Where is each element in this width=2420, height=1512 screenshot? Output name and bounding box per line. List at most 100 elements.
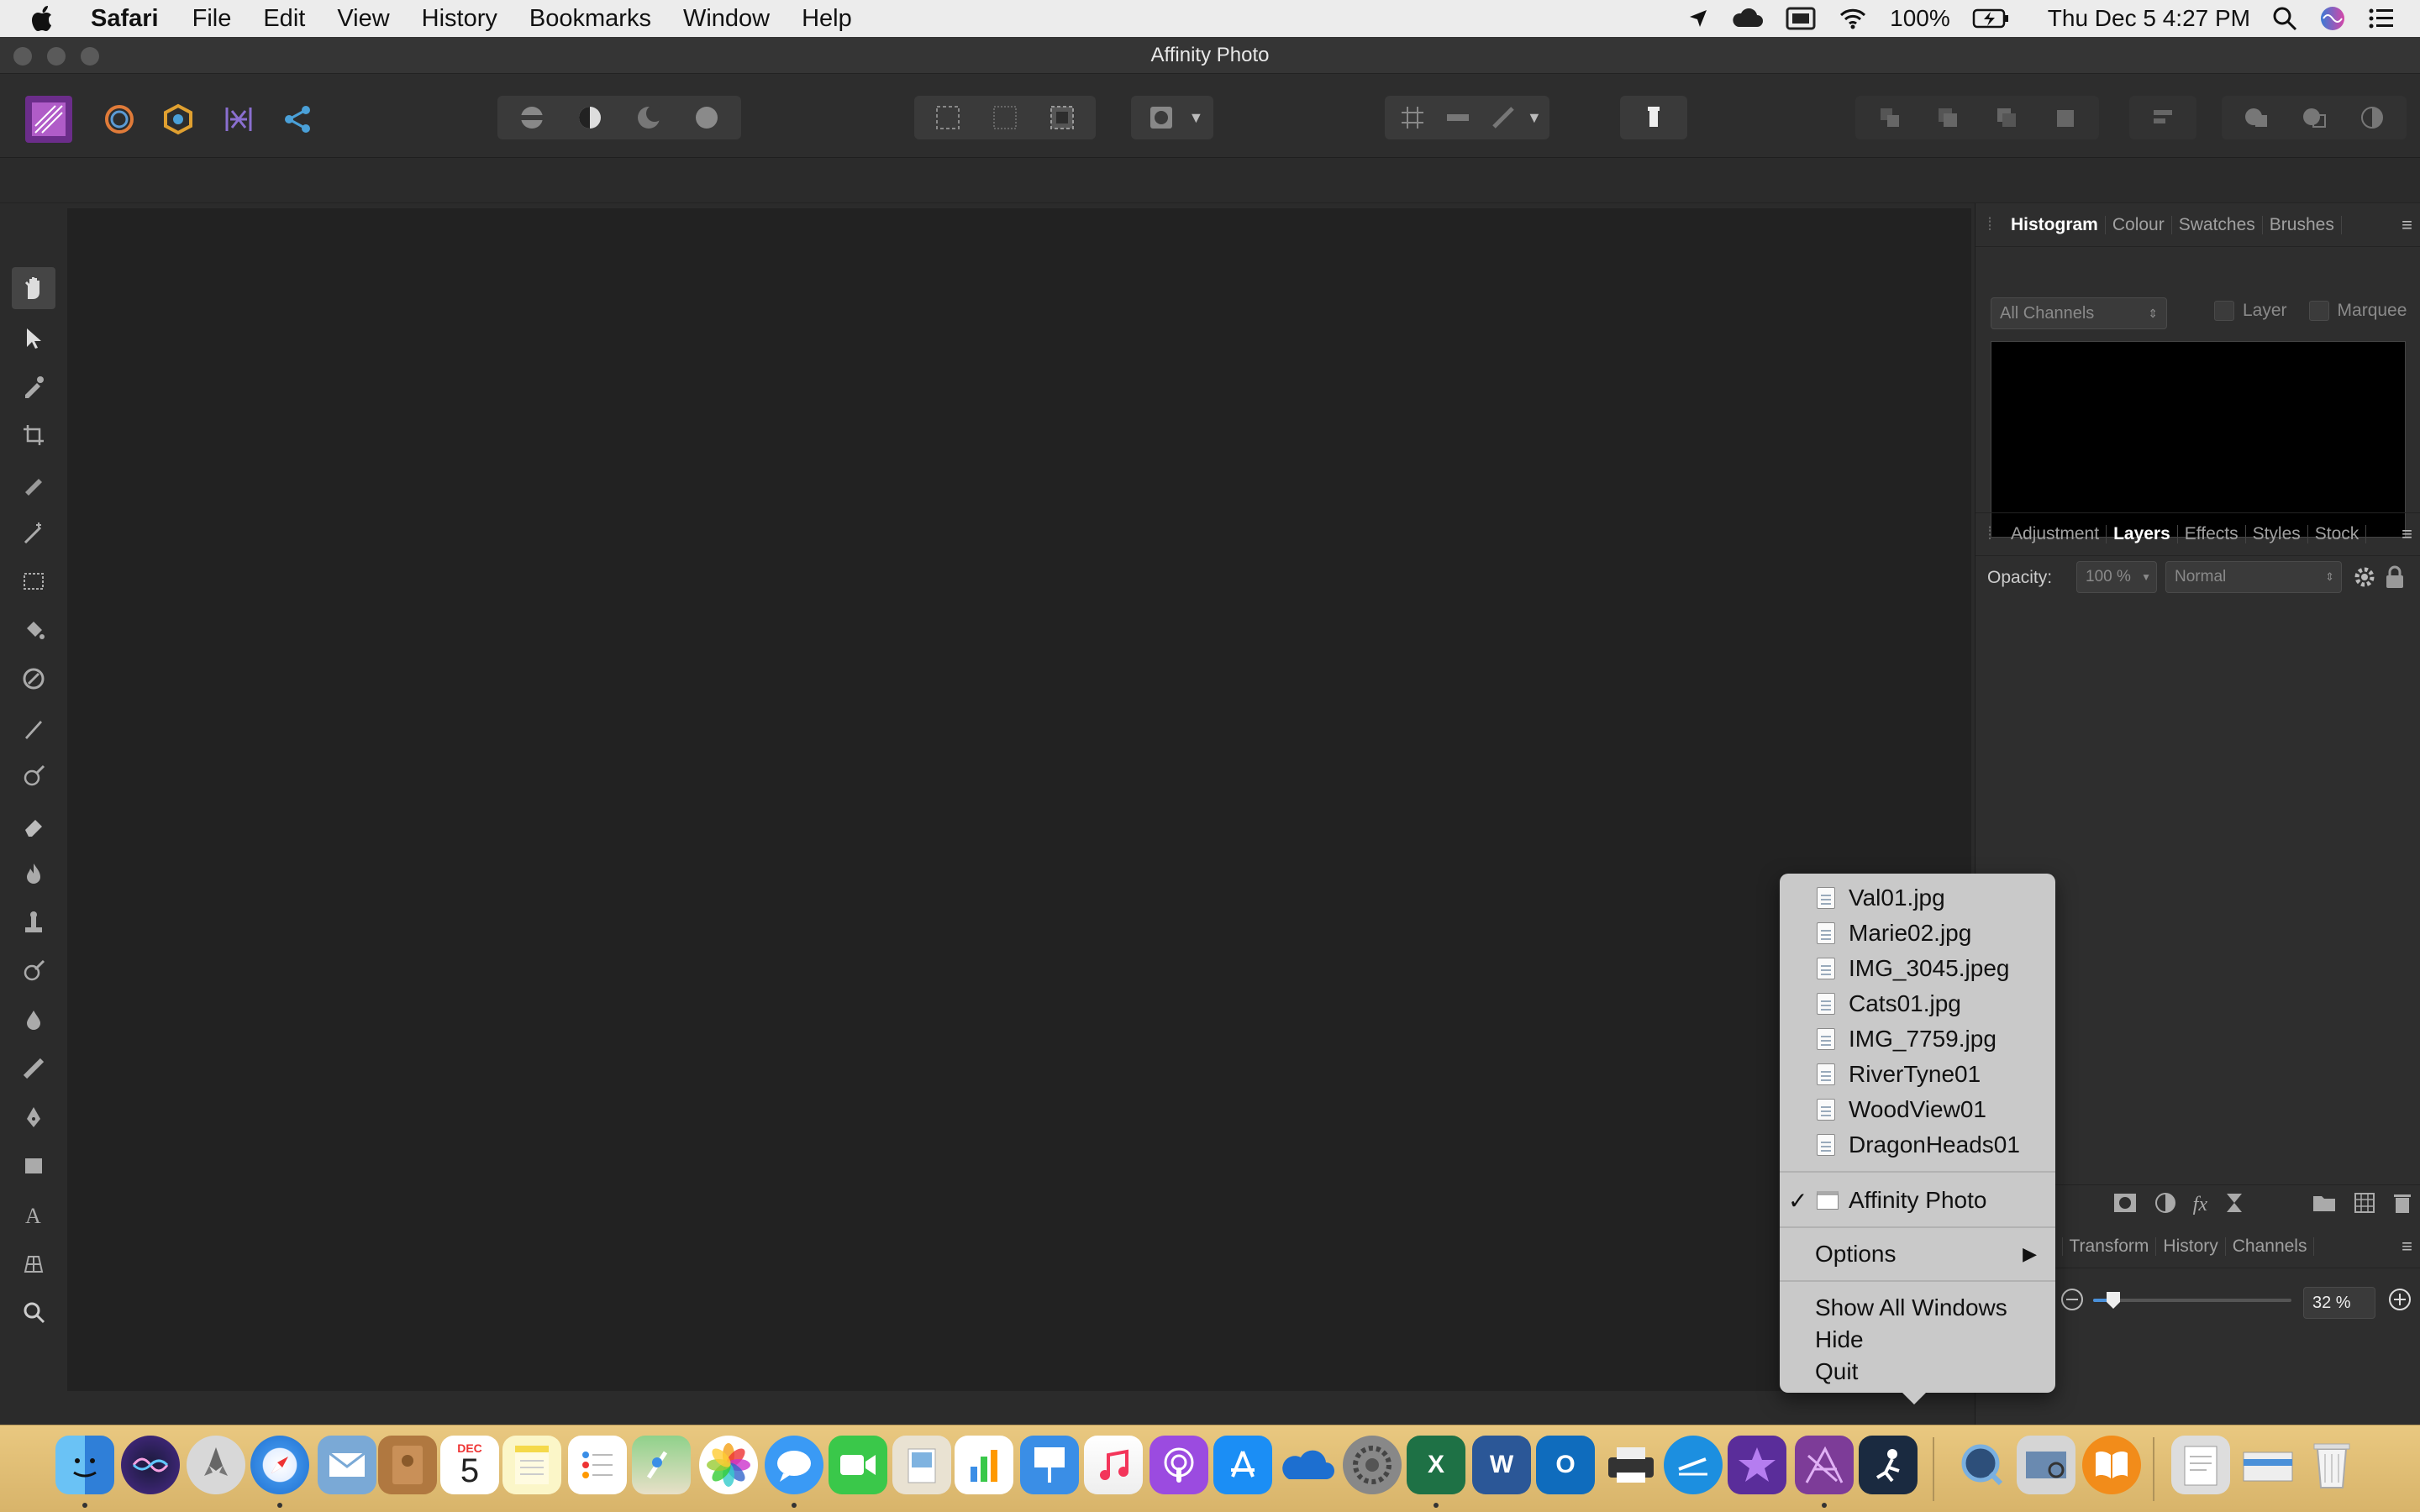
assistant-icon[interactable] bbox=[1632, 97, 1676, 138]
tab-layers[interactable]: Layers bbox=[2107, 525, 2178, 543]
safari-dock-icon[interactable] bbox=[250, 1436, 309, 1494]
keynote-icon[interactable] bbox=[1020, 1436, 1079, 1494]
preview-icon[interactable] bbox=[892, 1436, 951, 1494]
add-pixel-layer-icon[interactable] bbox=[2354, 1192, 2375, 1218]
excel-icon[interactable]: X bbox=[1407, 1436, 1465, 1494]
adjustment-layer-icon[interactable] bbox=[2154, 1192, 2176, 1218]
music-icon[interactable] bbox=[1084, 1436, 1143, 1494]
tab-brushes[interactable]: Brushes bbox=[2263, 215, 2342, 234]
snapping-dropdown-icon[interactable]: ▼ bbox=[1527, 109, 1544, 127]
select-all-icon[interactable] bbox=[926, 97, 970, 138]
launchpad-icon[interactable] bbox=[187, 1436, 245, 1494]
develop-persona-icon[interactable] bbox=[155, 96, 202, 143]
window-item-marie02[interactable]: Marie02.jpg bbox=[1780, 916, 2055, 951]
downloads-stack-icon[interactable] bbox=[2171, 1436, 2230, 1494]
maps-icon[interactable] bbox=[632, 1436, 691, 1494]
books-icon[interactable] bbox=[2082, 1436, 2141, 1494]
window-item-img7759[interactable]: IMG_7759.jpg bbox=[1780, 1021, 2055, 1057]
panel-menu-icon[interactable]: ≡ bbox=[2402, 214, 2412, 236]
photo-persona-icon[interactable] bbox=[25, 96, 72, 143]
utility-app-icon[interactable] bbox=[1664, 1436, 1723, 1494]
text-tool-icon[interactable]: A bbox=[17, 1198, 50, 1231]
window-item-affinity-photo[interactable]: ✓ Affinity Photo bbox=[1780, 1183, 2055, 1218]
contacts-icon[interactable] bbox=[378, 1436, 437, 1494]
view-tool-hand-icon[interactable] bbox=[12, 267, 55, 309]
move-forward-icon[interactable] bbox=[1985, 97, 2028, 138]
quick-mask-icon[interactable] bbox=[1139, 97, 1183, 138]
photos-icon[interactable] bbox=[699, 1436, 758, 1494]
quicktime-icon[interactable] bbox=[1953, 1436, 2012, 1494]
menu-file[interactable]: File bbox=[192, 5, 232, 33]
calendar-icon[interactable]: DEC 5 bbox=[440, 1436, 499, 1494]
live-filter-icon[interactable] bbox=[2224, 1192, 2244, 1218]
group-folder-icon[interactable] bbox=[2312, 1193, 2337, 1217]
document-canvas[interactable] bbox=[67, 208, 1971, 1391]
paint-brush-tool-icon[interactable] bbox=[17, 711, 50, 744]
window-item-woodview01[interactable]: WoodView01 bbox=[1780, 1092, 2055, 1127]
channel-select[interactable]: All Channels ⇕ bbox=[1991, 297, 2167, 329]
tab-transform[interactable]: Transform bbox=[2063, 1236, 2157, 1256]
window-item-img3045[interactable]: IMG_3045.jpeg bbox=[1780, 951, 2055, 986]
system-preferences-icon[interactable] bbox=[1343, 1436, 1402, 1494]
delete-layer-trash-icon[interactable] bbox=[2392, 1191, 2412, 1219]
blemish-removal-tool-icon[interactable] bbox=[17, 954, 50, 988]
rectangle-tool-icon[interactable] bbox=[17, 1149, 50, 1183]
finder-icon[interactable] bbox=[55, 1436, 114, 1494]
auto-white-balance-icon[interactable] bbox=[685, 97, 729, 138]
tab-channels[interactable]: Channels bbox=[2226, 1236, 2315, 1256]
clock[interactable]: Thu Dec 5 4:27 PM bbox=[2048, 5, 2250, 32]
notes-icon[interactable] bbox=[502, 1436, 561, 1494]
flood-fill-tool-icon[interactable] bbox=[17, 613, 50, 647]
app-menu-safari[interactable]: Safari bbox=[91, 5, 159, 33]
selection-brush-tool-icon[interactable] bbox=[17, 467, 50, 501]
window-item-rivertyne01[interactable]: RiverTyne01 bbox=[1780, 1057, 2055, 1092]
window-item-cats01[interactable]: Cats01.jpg bbox=[1780, 986, 2055, 1021]
display-icon[interactable] bbox=[1786, 7, 1816, 30]
zoom-field[interactable]: 32 % bbox=[2303, 1287, 2375, 1319]
apple-menu-icon[interactable] bbox=[32, 5, 66, 32]
panel-grip-icon[interactable]: ⁞ bbox=[1975, 215, 2004, 235]
perspective-tool-icon[interactable] bbox=[17, 1247, 50, 1280]
app-store-icon[interactable] bbox=[1213, 1436, 1272, 1494]
invert-selection-icon[interactable] bbox=[1040, 97, 1084, 138]
kindle-icon[interactable] bbox=[1859, 1436, 1918, 1494]
messages-icon[interactable] bbox=[765, 1436, 823, 1494]
add-geometry-icon[interactable] bbox=[2234, 97, 2278, 138]
tab-stock[interactable]: Stock bbox=[2308, 525, 2367, 543]
burn-brush-tool-icon[interactable] bbox=[17, 857, 50, 890]
menu-edit[interactable]: Edit bbox=[263, 5, 305, 33]
menu-window[interactable]: Window bbox=[683, 5, 770, 33]
word-icon[interactable]: W bbox=[1472, 1436, 1531, 1494]
panel-menu-icon[interactable]: ≡ bbox=[2402, 1236, 2412, 1257]
blur-brush-tool-icon[interactable] bbox=[17, 1003, 50, 1037]
close-window-button[interactable] bbox=[13, 47, 32, 66]
podcasts-icon[interactable] bbox=[1150, 1436, 1208, 1494]
panel-grip-icon[interactable]: ⁞ bbox=[1975, 524, 2004, 544]
minimize-window-button[interactable] bbox=[47, 47, 66, 66]
spotlight-icon[interactable] bbox=[2272, 6, 2297, 31]
icloud-icon[interactable] bbox=[1730, 8, 1764, 29]
zoom-slider-thumb[interactable] bbox=[2107, 1292, 2120, 1309]
outlook-icon[interactable]: O bbox=[1536, 1436, 1595, 1494]
mail-icon[interactable] bbox=[318, 1436, 376, 1494]
tab-history[interactable]: History bbox=[2156, 1236, 2226, 1256]
liquify-persona-icon[interactable] bbox=[96, 96, 143, 143]
move-to-front-icon[interactable] bbox=[2043, 97, 2086, 138]
menu-view[interactable]: View bbox=[337, 5, 389, 33]
opacity-field[interactable]: 100 % ▼ bbox=[2076, 561, 2157, 593]
flood-select-tool-icon[interactable] bbox=[17, 516, 50, 549]
mesh-warp-tool-icon[interactable] bbox=[17, 1052, 50, 1085]
subtract-geometry-icon[interactable] bbox=[2292, 97, 2336, 138]
zoom-in-icon[interactable] bbox=[2387, 1287, 2412, 1316]
wifi-icon[interactable] bbox=[1838, 7, 1868, 30]
siri-dock-icon[interactable] bbox=[121, 1436, 180, 1494]
move-back-icon[interactable] bbox=[1926, 97, 1970, 138]
window-item-dragonheads01[interactable]: DragonHeads01 bbox=[1780, 1127, 2055, 1163]
quit-item[interactable]: Quit bbox=[1780, 1354, 2055, 1389]
layer-checkbox[interactable] bbox=[2214, 301, 2234, 321]
menu-help[interactable]: Help bbox=[802, 5, 852, 33]
hide-item[interactable]: Hide bbox=[1780, 1322, 2055, 1357]
zoom-tool-icon[interactable] bbox=[17, 1295, 50, 1329]
blend-mode-select[interactable]: Normal ⇕ bbox=[2165, 561, 2342, 593]
numbers-icon[interactable] bbox=[955, 1436, 1013, 1494]
